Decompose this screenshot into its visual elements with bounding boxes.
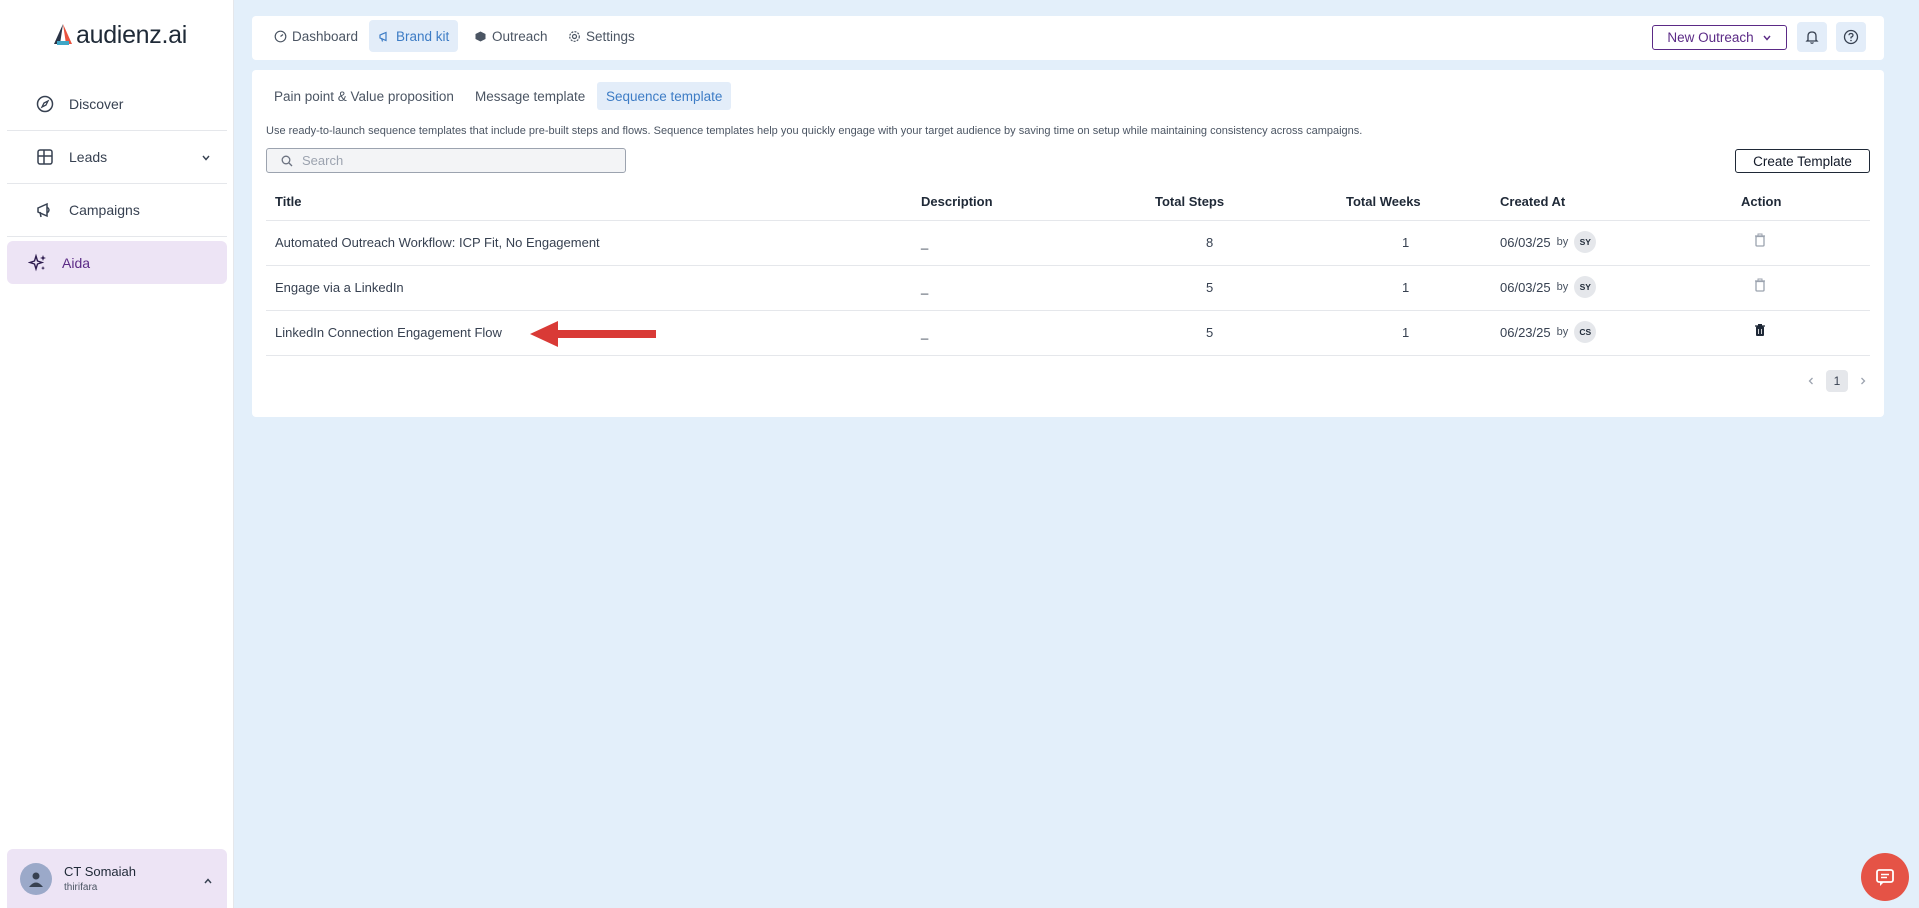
table-row[interactable]: Engage via a LinkedIn _ 5 1 06/03/25 by … — [266, 266, 1870, 311]
row-steps: 5 — [1206, 325, 1214, 340]
sidebar-item-discover[interactable]: Discover — [7, 78, 227, 131]
row-created: 06/03/25 by SY — [1500, 231, 1597, 253]
main-panel: Pain point & Value proposition Message t… — [252, 70, 1884, 417]
chevron-down-icon — [1763, 35, 1771, 41]
row-description: _ — [921, 325, 929, 340]
search-input[interactable] — [302, 153, 602, 168]
chevron-right-icon[interactable] — [1858, 376, 1868, 386]
user-profile-card[interactable]: CT Somaiah thirifara — [7, 849, 227, 908]
tab-settings[interactable]: Settings — [559, 20, 644, 52]
user-workspace: thirifara — [64, 882, 98, 893]
by-label: by — [1556, 326, 1569, 338]
delete-icon[interactable] — [1754, 278, 1766, 297]
brand-logo[interactable]: audienz.ai — [52, 20, 187, 50]
user-icon — [29, 872, 43, 887]
created-date: 06/23/25 — [1500, 324, 1551, 340]
row-weeks: 1 — [1402, 235, 1410, 250]
col-description: Description — [921, 194, 993, 209]
by-label: by — [1556, 281, 1569, 293]
annotation-arrow — [530, 321, 656, 347]
audienz-logo-icon — [54, 24, 72, 45]
tab-dashboard[interactable]: Dashboard — [265, 20, 367, 52]
page-number[interactable]: 1 — [1826, 370, 1848, 392]
row-weeks: 1 — [1402, 280, 1410, 295]
sidebar-nav: Discover Leads Campaigns Aida — [0, 78, 234, 284]
sidebar-item-label: Aida — [62, 254, 91, 271]
row-title[interactable]: Engage via a LinkedIn — [275, 280, 404, 295]
gauge-icon — [274, 30, 287, 42]
notifications-button[interactable] — [1797, 22, 1827, 52]
row-steps: 8 — [1206, 235, 1214, 250]
row-title[interactable]: Automated Outreach Workflow: ICP Fit, No… — [275, 235, 600, 250]
table-header: Title Description Total Steps Total Week… — [266, 184, 1870, 221]
sequence-template-table: Title Description Total Steps Total Week… — [266, 184, 1870, 356]
avatar — [20, 862, 52, 895]
subtab-message-template[interactable]: Message template — [466, 82, 594, 110]
sidebar-item-campaigns[interactable]: Campaigns — [7, 184, 227, 237]
delete-icon[interactable] — [1754, 233, 1766, 252]
row-description: _ — [921, 280, 929, 295]
row-description: _ — [921, 235, 929, 250]
sidebar-item-label: Leads — [69, 149, 108, 165]
subtab-sequence-template[interactable]: Sequence template — [597, 82, 732, 110]
row-weeks: 1 — [1402, 325, 1410, 340]
table-row[interactable]: Automated Outreach Workflow: ICP Fit, No… — [266, 221, 1870, 266]
new-outreach-label: New Outreach — [1667, 30, 1754, 45]
subtab-pain-point[interactable]: Pain point & Value proposition — [265, 82, 463, 110]
sidebar-item-leads[interactable]: Leads — [7, 131, 227, 184]
creator-avatar: SY — [1574, 231, 1597, 253]
bell-icon — [1805, 31, 1819, 44]
new-outreach-button[interactable]: New Outreach — [1652, 25, 1787, 50]
brand-name: audienz.ai — [76, 20, 187, 49]
created-date: 06/03/25 — [1500, 234, 1551, 250]
create-template-button[interactable]: Create Template — [1735, 149, 1870, 173]
chat-icon — [1876, 869, 1894, 886]
col-created-at: Created At — [1500, 194, 1566, 209]
pagination: 1 — [1806, 370, 1868, 392]
chat-support-button[interactable] — [1861, 853, 1909, 901]
chevron-left-icon[interactable] — [1806, 376, 1816, 386]
chevron-down-icon[interactable] — [201, 150, 211, 166]
compass-icon — [35, 94, 55, 114]
row-title[interactable]: LinkedIn Connection Engagement Flow — [275, 325, 502, 340]
delete-icon[interactable] — [1754, 323, 1766, 342]
creator-avatar: CS — [1574, 321, 1597, 343]
sidebar-item-aida[interactable]: Aida — [7, 241, 227, 284]
help-icon — [1843, 29, 1859, 45]
search-box — [266, 148, 626, 173]
tab-brand-kit[interactable]: Brand kit — [369, 20, 459, 52]
megaphone-icon — [379, 31, 387, 42]
tab-outreach[interactable]: Outreach — [465, 20, 557, 52]
table-row[interactable]: LinkedIn Connection Engagement Flow _ 5 … — [266, 311, 1870, 356]
tab-label: Brand kit — [396, 28, 450, 44]
chevron-up-icon[interactable] — [203, 873, 213, 891]
megaphone-icon — [35, 200, 55, 220]
col-title: Title — [275, 194, 302, 209]
col-action: Action — [1741, 194, 1782, 209]
col-total-steps: Total Steps — [1155, 194, 1225, 209]
row-created: 06/03/25 by SY — [1500, 276, 1597, 298]
user-name: CT Somaiah — [64, 864, 137, 879]
search-icon — [281, 155, 293, 166]
row-created: 06/23/25 by CS — [1500, 321, 1597, 343]
sidebar: audienz.ai Discover Leads Campaigns Aida… — [0, 0, 234, 908]
page-description: Use ready-to-launch sequence templates t… — [266, 125, 1363, 137]
table-icon — [35, 147, 55, 167]
row-steps: 5 — [1206, 280, 1214, 295]
tab-label: Settings — [586, 28, 635, 44]
sparkles-icon — [28, 253, 48, 273]
gear-icon — [569, 30, 580, 42]
help-button[interactable] — [1836, 22, 1866, 52]
tab-label: Outreach — [492, 28, 548, 44]
box-icon — [475, 31, 486, 41]
sidebar-item-label: Discover — [69, 96, 124, 112]
by-label: by — [1556, 236, 1569, 248]
creator-avatar: SY — [1574, 276, 1597, 298]
sidebar-item-label: Campaigns — [69, 202, 140, 218]
top-nav-bar: Dashboard Brand kit Outreach Settings Ne… — [252, 16, 1884, 60]
created-date: 06/03/25 — [1500, 279, 1551, 295]
col-total-weeks: Total Weeks — [1346, 194, 1421, 209]
tab-label: Dashboard — [292, 28, 359, 44]
